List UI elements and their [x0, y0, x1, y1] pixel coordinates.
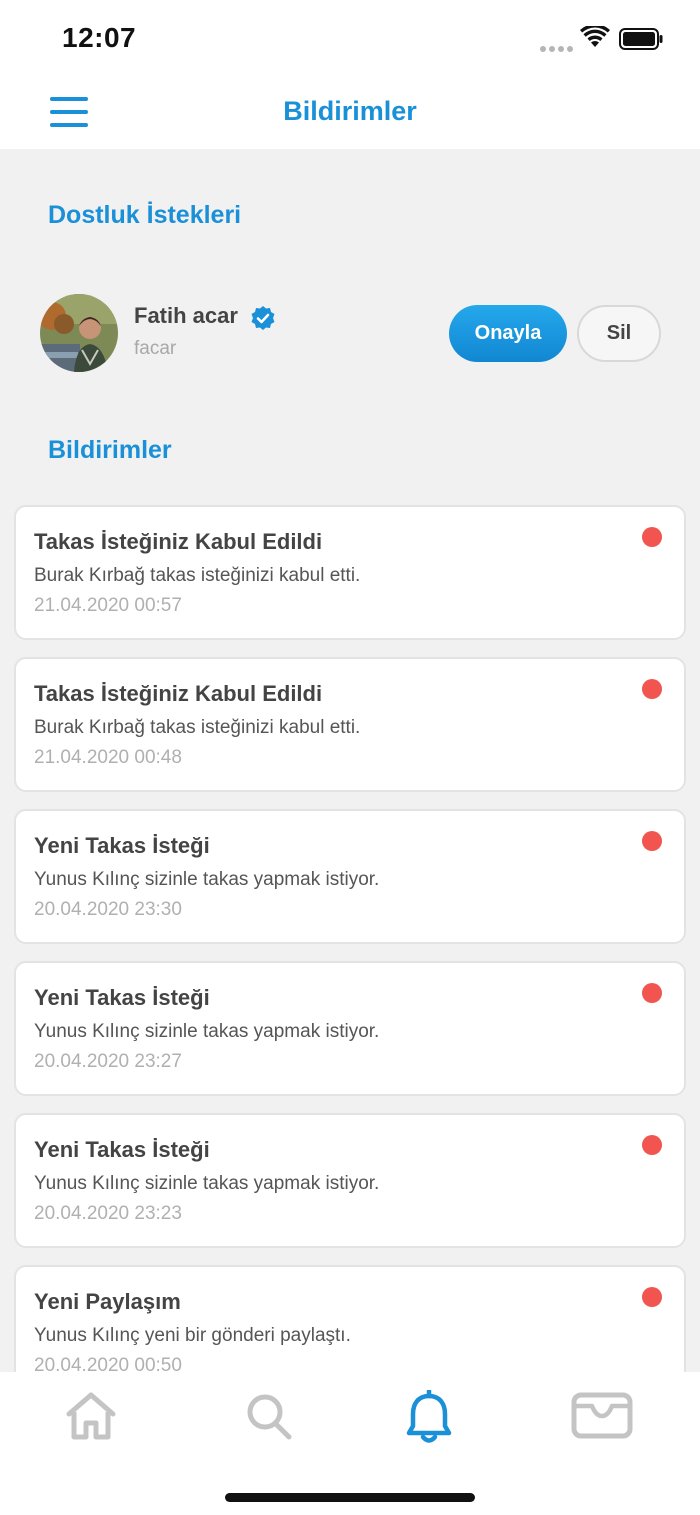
- notification-body: Burak Kırbağ takas isteğinizi kabul etti…: [34, 717, 361, 738]
- battery-icon: [619, 28, 663, 50]
- notification-time: 20.04.2020 23:27: [34, 1051, 182, 1072]
- avatar[interactable]: [40, 294, 118, 372]
- status-bar: 12:07: [0, 0, 700, 76]
- notification-title: Yeni Takas İsteği: [34, 985, 210, 1010]
- unread-dot-icon: [642, 1287, 662, 1307]
- unread-dot-icon: [642, 831, 662, 851]
- notification-time: 20.04.2020 23:23: [34, 1203, 182, 1224]
- wallet-icon: [571, 1392, 633, 1439]
- tab-search[interactable]: [243, 1390, 307, 1446]
- notification-card[interactable]: Yeni Paylaşım Yunus Kılınç yeni bir gönd…: [14, 1265, 686, 1372]
- friend-username: facar: [134, 338, 177, 359]
- notification-time: 21.04.2020 00:48: [34, 747, 182, 768]
- unread-dot-icon: [642, 679, 662, 699]
- avatar-photo: [40, 294, 118, 372]
- wifi-icon: [580, 26, 610, 47]
- home-indicator: [225, 1493, 475, 1502]
- notification-body: Burak Kırbağ takas isteğinizi kabul etti…: [34, 565, 361, 586]
- notification-title: Yeni Takas İsteği: [34, 833, 210, 858]
- cellular-signal-icon: [540, 40, 576, 58]
- notification-list[interactable]: Takas İsteğiniz Kabul Edildi Burak Kırba…: [14, 505, 686, 1372]
- notification-title: Takas İsteğiniz Kabul Edildi: [34, 681, 323, 706]
- notification-body: Yunus Kılınç yeni bir gönderi paylaştı.: [34, 1325, 351, 1346]
- verified-badge-icon: [251, 306, 275, 330]
- notification-time: 20.04.2020 23:30: [34, 899, 182, 920]
- notification-body: Yunus Kılınç sizinle takas yapmak istiyo…: [34, 869, 380, 890]
- friend-name: Fatih acar: [134, 303, 238, 328]
- notification-card[interactable]: Yeni Takas İsteği Yunus Kılınç sizinle t…: [14, 1113, 686, 1248]
- approve-button[interactable]: Onayla: [449, 305, 567, 362]
- bell-icon: [406, 1388, 452, 1443]
- tab-home[interactable]: [61, 1390, 125, 1446]
- status-time: 12:07: [62, 22, 137, 53]
- home-icon: [66, 1392, 116, 1440]
- notification-title: Yeni Takas İsteği: [34, 1137, 210, 1162]
- notification-time: 20.04.2020 00:50: [34, 1355, 182, 1372]
- notification-time: 21.04.2020 00:57: [34, 595, 182, 616]
- notification-card[interactable]: Takas İsteğiniz Kabul Edildi Burak Kırba…: [14, 657, 686, 792]
- delete-button[interactable]: Sil: [577, 305, 661, 362]
- notification-title: Takas İsteğiniz Kabul Edildi: [34, 529, 323, 554]
- notification-body: Yunus Kılınç sizinle takas yapmak istiyo…: [34, 1173, 380, 1194]
- notification-card[interactable]: Takas İsteğiniz Kabul Edildi Burak Kırba…: [14, 505, 686, 640]
- notification-card[interactable]: Yeni Takas İsteği Yunus Kılınç sizinle t…: [14, 809, 686, 944]
- search-icon: [247, 1394, 292, 1440]
- tab-wallet[interactable]: [570, 1390, 634, 1446]
- unread-dot-icon: [642, 983, 662, 1003]
- unread-dot-icon: [642, 527, 662, 547]
- page-title: Bildirimler: [283, 96, 417, 126]
- notifications-heading: Bildirimler: [48, 436, 172, 464]
- unread-dot-icon: [642, 1135, 662, 1155]
- tab-notifications[interactable]: [404, 1388, 468, 1446]
- navigation-bar: Bildirimler: [0, 76, 700, 149]
- notification-card[interactable]: Yeni Takas İsteği Yunus Kılınç sizinle t…: [14, 961, 686, 1096]
- notification-body: Yunus Kılınç sizinle takas yapmak istiyo…: [34, 1021, 380, 1042]
- friend-requests-heading: Dostluk İstekleri: [48, 201, 242, 229]
- friend-request-item: Fatih acar facar Onayla Sil: [40, 294, 662, 374]
- notification-title: Yeni Paylaşım: [34, 1289, 181, 1314]
